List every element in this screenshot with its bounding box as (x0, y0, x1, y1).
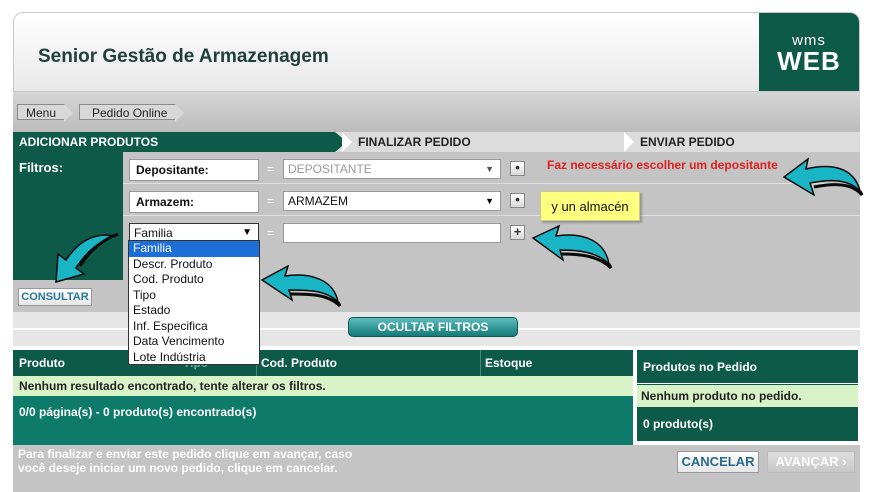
avancar-button[interactable]: AVANÇAR › (767, 451, 855, 473)
dot-icon: • (515, 192, 520, 207)
footer-bar: Para finalizar e enviar este pedido cliq… (13, 445, 860, 492)
app-window: Senior Gestão de Armazenagem wms WEB Men… (0, 0, 871, 492)
filter-type-value: Familia (134, 226, 173, 240)
armazem-tooltip: y un almacén (540, 191, 640, 221)
step-finalizar-pedido: FINALIZAR PEDIDO (342, 132, 471, 152)
app-title: Senior Gestão de Armazenagem (38, 46, 329, 67)
order-panel-title: Produtos no Pedido (637, 350, 858, 384)
products-table: Produto Tipo Cod. Produto Estoque Nenhum… (13, 350, 633, 445)
depositante-label: Depositante: (129, 159, 259, 181)
chevron-right-icon: › (842, 454, 847, 469)
filters-label: Filtros: (19, 160, 64, 175)
order-product-count: 0 produto(s) (643, 417, 713, 431)
depositante-select[interactable]: DEPOSITANTE ▼ (283, 159, 501, 179)
option-familia[interactable]: Familia (129, 241, 259, 257)
breadcrumb-pedido-online[interactable]: Pedido Online (79, 104, 185, 122)
option-data-vencimento[interactable]: Data Vencimento (129, 334, 259, 350)
armazem-select[interactable]: ARMAZEM ▼ (283, 191, 501, 211)
curved-arrow-icon (55, 232, 119, 284)
col-produto[interactable]: Produto (19, 356, 65, 370)
curved-arrow-icon (782, 157, 864, 197)
order-empty-message: Nenhum produto no pedido. (637, 385, 858, 407)
consultar-button[interactable]: CONSULTAR (18, 288, 92, 306)
option-cod-produto[interactable]: Cod. Produto (129, 272, 259, 288)
breadcrumb: Menu Pedido Online (13, 92, 860, 132)
filter-type-dropdown: Familia Descr. Produto Cod. Produto Tipo… (128, 240, 260, 365)
wizard-steps: ADICIONAR PRODUTOS FINALIZAR PEDIDO ENVI… (13, 132, 860, 152)
curved-arrow-icon (531, 224, 613, 270)
order-panel: Produtos no Pedido Nenhum produto no ped… (637, 350, 858, 441)
dot-icon: • (515, 160, 520, 175)
equals-sign: = (267, 194, 275, 208)
option-estado[interactable]: Estado (129, 303, 259, 319)
col-estoque[interactable]: Estoque (480, 350, 532, 376)
option-inf-especifica[interactable]: Inf. Especifica (129, 319, 259, 335)
option-lote-industria[interactable]: Lote Indústria (129, 350, 259, 366)
depositante-value: DEPOSITANTE (288, 162, 372, 176)
equals-sign: = (267, 162, 275, 176)
footer-instructions: Para finalizar e enviar este pedido cliq… (18, 447, 353, 475)
filter-value-input[interactable] (283, 223, 501, 243)
option-tipo[interactable]: Tipo (129, 288, 259, 304)
products-table-header: Produto Tipo Cod. Produto Estoque (13, 350, 633, 376)
cancelar-button[interactable]: CANCELAR (677, 451, 759, 473)
breadcrumb-menu[interactable]: Menu (17, 104, 74, 122)
equals-sign: = (267, 226, 275, 240)
wms-web-logo: wms WEB (759, 13, 859, 91)
depositante-lookup-button[interactable]: • (510, 161, 525, 176)
option-descr-produto[interactable]: Descr. Produto (129, 257, 259, 273)
logo-bottom-text: WEB (777, 46, 841, 76)
avancar-label: AVANÇAR (775, 454, 839, 469)
plus-icon: + (513, 224, 522, 239)
app-header: Senior Gestão de Armazenagem wms WEB (13, 12, 860, 92)
step-adicionar-produtos: ADICIONAR PRODUTOS (13, 132, 347, 152)
armazem-lookup-button[interactable]: • (510, 193, 525, 208)
depositante-warning: Faz necessário escolher um depositante (547, 158, 778, 172)
curved-arrow-icon (260, 264, 342, 308)
chevron-down-icon: ▼ (485, 196, 494, 206)
add-filter-button[interactable]: + (510, 225, 525, 240)
products-empty-message: Nenhum resultado encontrado, tente alter… (13, 376, 633, 396)
products-pagination: 0/0 página(s) - 0 produto(s) encontrado(… (19, 405, 257, 419)
step-enviar-pedido: ENVIAR PEDIDO (624, 132, 735, 152)
ocultar-filtros-button[interactable]: OCULTAR FILTROS (348, 317, 518, 337)
filter-row-armazem: Armazem: = ARMAZEM ▼ • (123, 184, 860, 216)
col-cod-produto[interactable]: Cod. Produto (256, 350, 337, 376)
armazem-label: Armazem: (129, 191, 259, 213)
armazem-value: ARMAZEM (288, 194, 348, 208)
chevron-down-icon: ▼ (485, 164, 494, 174)
